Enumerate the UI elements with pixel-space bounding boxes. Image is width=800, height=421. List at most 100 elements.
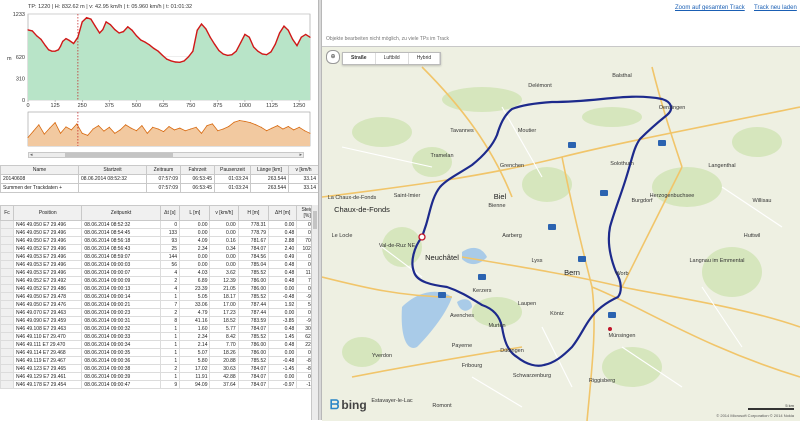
trackpoint-cell: [0, 220, 15, 229]
speed-point: [266, 130, 268, 132]
forest-area: [582, 107, 642, 127]
map-place-label: Chaux-de-Fonds: [334, 205, 390, 214]
map-canvas[interactable]: Delémont Balsthal Oensingen Moutier Grenchen…: [322, 47, 800, 421]
trackpoint-cell: [0, 348, 15, 357]
trackpoint-col-header[interactable]: Zeitpunkt: [81, 205, 161, 221]
map-type-street[interactable]: Straße: [343, 53, 376, 64]
trackpoint-row[interactable]: N46 49.053 E7 29.496 08.06.2014 08:59:07 1…: [0, 252, 318, 261]
scroll-right-icon[interactable]: ▸: [299, 152, 302, 158]
trackpoint-row[interactable]: N46 49.050 E7 29.478 08.06.2014 09:00:14 1…: [0, 292, 318, 301]
zoom-to-track-link[interactable]: Zoom auf gesamten Track: [675, 5, 745, 11]
trackpoint-row[interactable]: N46 49.119 E7 29.467 08.06.2014 09:00:36 1…: [0, 356, 318, 365]
trackpoint-row[interactable]: N46 49.114 E7 29.468 08.06.2014 09:00:35 1…: [0, 348, 318, 357]
map-type-aerial[interactable]: Luftbild: [376, 53, 409, 64]
trackpoint-row[interactable]: N46 49.070 E7 29.463 08.06.2014 09:00:23 2…: [0, 308, 318, 317]
scroll-thumb[interactable]: [65, 153, 173, 157]
trackpoint-cell: 784.07: [237, 244, 270, 253]
table-scroll-thumb[interactable]: [313, 211, 317, 229]
route-map[interactable]: Delémont Balsthal Oensingen Moutier Grenchen…: [322, 46, 800, 421]
trackpoint-cell: 144: [159, 252, 181, 261]
trackpoint-cell: 0.48: [268, 324, 298, 333]
trackpoint-cell: 08.06.2014 09:00:23: [81, 308, 161, 317]
chart-horizontal-scrollbar[interactable]: ◂ ▸: [28, 152, 304, 158]
trackpoint-cell: [0, 364, 15, 373]
trackpoint-row[interactable]: N46 49.053 E7 29.496 08.06.2014 09:00:07 4…: [0, 268, 318, 277]
elevation-point: [244, 33, 246, 36]
summary-cell: Summen der Trackdaten +: [0, 183, 79, 193]
trackpoint-col-header[interactable]: L [m]: [179, 205, 211, 221]
reload-track-link[interactable]: Track neu laden: [754, 5, 797, 11]
summary-cell: 06:53:45: [180, 183, 215, 193]
speed-point: [260, 126, 262, 128]
forest-area: [412, 147, 452, 177]
map-type-switcher[interactable]: Straße Luftbild Hybrid: [342, 52, 442, 65]
elevation-point: [48, 49, 50, 51]
map-place-label: Yverdon: [372, 353, 392, 359]
summary-col-header[interactable]: Pausenzeit: [214, 165, 251, 175]
summary-col-header[interactable]: Zeitraum: [146, 165, 181, 175]
trackpoint-cell: 785.52: [237, 268, 270, 277]
scroll-left-icon[interactable]: ◂: [30, 152, 33, 158]
speed-point: [287, 125, 289, 127]
trackpoint-cell: 2.88: [268, 236, 298, 245]
table-vertical-scrollbar[interactable]: [311, 205, 318, 420]
speed-chart[interactable]: [0, 110, 318, 150]
trackpoint-row[interactable]: N46 49.050 E7 29.496 08.06.2014 08:54:45 1…: [0, 228, 318, 237]
summary-col-header[interactable]: v [km/h: [288, 165, 319, 175]
trackpoint-cell: 786.00: [237, 276, 270, 285]
current-position-marker[interactable]: [608, 327, 612, 331]
elevation-point: [222, 53, 224, 55]
trackpoint-cell: 17.02: [179, 364, 211, 373]
trackpoint-row[interactable]: N46 49.052 E7 29.496 08.06.2014 08:56:43 2…: [0, 244, 318, 253]
summary-col-header[interactable]: Fahrzeit: [180, 165, 215, 175]
elevation-chart[interactable]: TP: 1220 | H: 832.62 m | v: 42.95 km/h |…: [0, 0, 318, 108]
trackpoint-row[interactable]: N46 49.178 E7 29.454 08.06.2014 09:00:47 9…: [0, 380, 318, 389]
trackpoint-cell: N46 49.070 E7 29.463: [13, 308, 83, 317]
summary-col-header[interactable]: Startzeit: [78, 165, 147, 175]
trackpoint-col-header[interactable]: v [km/h]: [209, 205, 239, 221]
trackpoint-cell: 41.16: [179, 316, 211, 325]
trackpoint-col-header[interactable]: Fc: [0, 205, 15, 221]
trackpoint-row[interactable]: N46 49.108 E7 29.463 08.06.2014 09:00:32 1…: [0, 324, 318, 333]
trackpoint-row[interactable]: N46 49.052 E7 29.486 08.06.2014 09:00:13 4…: [0, 284, 318, 293]
elevation-point: [170, 60, 172, 62]
trackpoint-row[interactable]: N46 49.090 E7 29.459 08.06.2014 09:00:31 8…: [0, 316, 318, 325]
trackpoint-row[interactable]: N46 49.111 E7 29.470 08.06.2014 09:00:34 1…: [0, 340, 318, 349]
summary-row[interactable]: Summen der Trackdaten + 07:57:09 06:53:45 0…: [0, 183, 319, 193]
track-start-marker[interactable]: [418, 233, 426, 241]
summary-col-header[interactable]: Name: [0, 165, 79, 175]
trackpoint-col-header[interactable]: Position: [13, 205, 83, 221]
trackpoint-col-header[interactable]: Δt [s]: [159, 205, 181, 221]
trackpoint-row[interactable]: N46 49.129 E7 29.461 08.06.2014 09:00:39 1…: [0, 372, 318, 381]
trackpoint-cell: 784.07: [237, 372, 270, 381]
elevation-xtick-label: 750: [186, 103, 195, 108]
map-place-label: Oensingen: [659, 105, 686, 111]
trackpoint-row[interactable]: N46 49.050 E7 29.476 08.06.2014 09:00:21 7…: [0, 300, 318, 309]
trackpoint-col-header[interactable]: H [m]: [237, 205, 270, 221]
trackpoint-col-header[interactable]: ΔH [m]: [268, 205, 298, 221]
summary-col-header[interactable]: Länge [km]: [250, 165, 289, 175]
summary-row[interactable]: 20140608 08.06.2014 08:52:32 07:57:09 06:53…: [0, 174, 319, 184]
trackpoint-cell: 2.14: [179, 340, 211, 349]
trackpoint-cell: 784.07: [237, 324, 270, 333]
map-place-label: Murten: [488, 323, 505, 329]
trackpoint-row[interactable]: N46 49.052 E7 29.492 08.06.2014 09:00:09 2…: [0, 276, 318, 285]
trackpoint-cell: 8: [159, 316, 181, 325]
trackpoint-cell: 1: [159, 372, 181, 381]
trackpoint-cell: -1.45: [268, 364, 298, 373]
map-place-label: Solothurn: [610, 161, 634, 167]
highway-shield-icon: [608, 312, 616, 318]
trackpoint-row[interactable]: N46 49.110 E7 29.470 08.06.2014 09:00:33 1…: [0, 332, 318, 341]
compass-icon[interactable]: ⊕: [326, 50, 340, 64]
trackpoint-row[interactable]: N46 49.050 E7 29.496 08.06.2014 08:56:18 9…: [0, 236, 318, 245]
trackpoint-row[interactable]: N46 49.050 E7 29.496 08.06.2014 08:52:32 0…: [0, 220, 318, 229]
trackpoint-cell: 08.06.2014 08:56:18: [81, 236, 161, 245]
map-type-hybrid[interactable]: Hybrid: [409, 53, 441, 64]
trackpoint-cell: 784.07: [237, 380, 270, 389]
map-place-label: Payerne: [452, 343, 473, 349]
trackpoint-row[interactable]: N46 49.053 E7 29.496 08.06.2014 09:00:03 5…: [0, 260, 318, 269]
trackpoint-cell: N46 49.052 E7 29.486: [13, 284, 83, 293]
elevation-point: [81, 21, 83, 23]
trackpoint-cell: 08.06.2014 09:00:14: [81, 292, 161, 301]
trackpoint-row[interactable]: N46 49.123 E7 29.465 08.06.2014 09:00:38 2…: [0, 364, 318, 373]
